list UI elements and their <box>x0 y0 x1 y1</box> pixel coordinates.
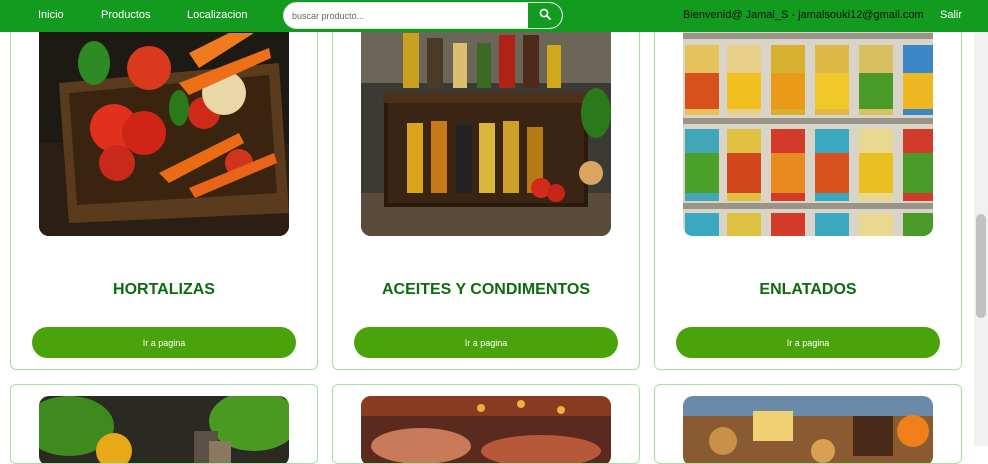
search-icon <box>539 8 551 23</box>
category-image <box>683 396 933 463</box>
search-bar <box>283 2 563 29</box>
canned-goods-image <box>683 23 933 236</box>
search-button[interactable] <box>528 3 562 28</box>
category-card-aceites: ACEITES Y CONDIMENTOS Ir a pagina <box>332 22 640 370</box>
category-card-enlatados: ENLATADOS Ir a pagina <box>654 22 962 370</box>
logout-link[interactable]: Salir <box>940 9 962 21</box>
go-to-page-button[interactable]: Ir a pagina <box>676 327 940 358</box>
go-to-page-button[interactable]: Ir a pagina <box>32 327 296 358</box>
oil-bottles-image <box>361 23 611 236</box>
category-title: HORTALIZAS <box>113 281 215 298</box>
nav-link-productos[interactable]: Productos <box>101 9 151 21</box>
category-card-hortalizas: HORTALIZAS Ir a pagina <box>10 22 318 370</box>
category-image <box>361 396 611 463</box>
category-title: ENLATADOS <box>759 281 857 298</box>
category-card <box>654 384 962 464</box>
scrollbar-thumb[interactable] <box>976 214 986 318</box>
welcome-message: Bienvenid@ Jamal_S - jamalsouki12@gmail.… <box>683 9 924 21</box>
nav-link-localizacion[interactable]: Localizacion <box>187 9 248 21</box>
search-input[interactable] <box>284 3 530 28</box>
category-image <box>39 396 289 463</box>
top-navbar: Inicio Productos Localizacion Bienvenid@… <box>0 0 988 32</box>
product-grid: HORTALIZAS Ir a pagina ACEITES Y CONDIME… <box>0 0 974 464</box>
category-title: ACEITES Y CONDIMENTOS <box>381 281 591 298</box>
category-card <box>332 384 640 464</box>
vegetables-image <box>39 23 289 236</box>
go-to-page-button[interactable]: Ir a pagina <box>354 327 618 358</box>
category-card <box>10 384 318 464</box>
nav-link-inicio[interactable]: Inicio <box>38 9 64 21</box>
